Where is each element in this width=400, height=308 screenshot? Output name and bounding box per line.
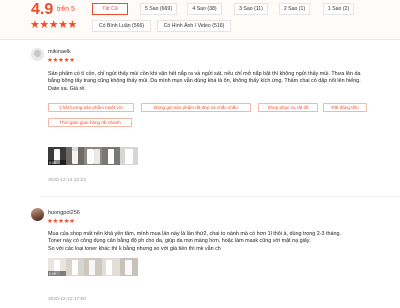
review-photo[interactable]: [102, 258, 120, 276]
review-photo[interactable]: [66, 147, 84, 165]
review-video-thumbnail[interactable]: 0:09: [48, 258, 66, 276]
filter-3-stars[interactable]: 3 Sao (11): [234, 3, 268, 15]
filter-with-comments[interactable]: Có Bình Luận (566): [92, 20, 151, 32]
filter-all[interactable]: Tất Cả: [92, 3, 128, 15]
average-rating: 4.9: [31, 1, 54, 18]
filter-5-stars[interactable]: 5 Sao (669): [140, 3, 177, 15]
average-stars: ★★★★★: [30, 19, 77, 31]
filter-2-stars[interactable]: 2 Sao (1): [279, 3, 310, 15]
review-photo[interactable]: [84, 147, 102, 165]
filter-4-stars[interactable]: 4 Sao (38): [187, 3, 222, 15]
review-tag: Thời gian giao hàng rất nhanh: [48, 118, 132, 127]
review-video-thumbnail[interactable]: 0:06: [48, 147, 66, 165]
video-duration: 0:06: [48, 160, 66, 165]
review-date: 2020-12-14 22:23: [48, 178, 86, 183]
review-stars: ★★★★★: [47, 57, 75, 64]
rating-summary: 4.9 trên 5 ★★★★★ Tất Cả 5 Sao (669) 4 Sa…: [0, 0, 400, 40]
review-tag: Shop phục vụ rất tốt: [258, 103, 318, 112]
review-date: 2020-12-12 17:50: [48, 297, 86, 302]
review-tag: Chất lượng sản phẩm tuyệt vời: [48, 103, 134, 112]
review-photo[interactable]: [84, 258, 102, 276]
review-photo[interactable]: [120, 258, 138, 276]
review-divider: [40, 196, 400, 197]
review-photo[interactable]: [102, 147, 120, 165]
review-tag: Rất đáng tiền: [323, 103, 367, 112]
filter-with-media[interactable]: Có Hình Ảnh / Video (516): [157, 20, 231, 32]
review-photo[interactable]: [120, 147, 138, 165]
rating-scale: trên 5: [57, 6, 75, 13]
reviewer-name[interactable]: huongpol256: [48, 210, 80, 216]
review-tag: Đóng gói sản phẩm rất đẹp và chắc chắn: [141, 103, 251, 112]
review-photo[interactable]: [66, 258, 84, 276]
reviewer-name[interactable]: mikinaelk: [48, 49, 71, 55]
user-avatar[interactable]: [31, 208, 44, 221]
filter-1-star[interactable]: 1 Sao (2): [323, 3, 354, 15]
review-stars: ★★★★★: [47, 218, 75, 225]
review-text: Sản phẩm có tí cồn, chỉ ngửi thấy mùi cồ…: [48, 71, 361, 92]
user-avatar[interactable]: [31, 48, 44, 61]
review-text: Mua của shop mất nên khá yên tâm, mình m…: [48, 231, 342, 252]
video-duration: 0:09: [48, 271, 66, 276]
